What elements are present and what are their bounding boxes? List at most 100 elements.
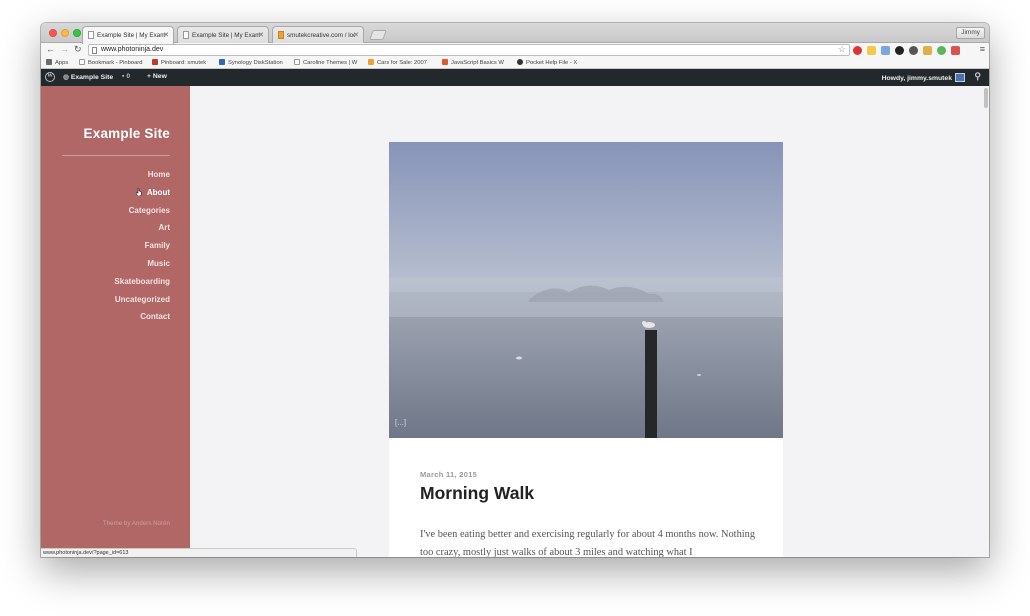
menu-item-art[interactable]: Art xyxy=(114,222,170,240)
menu-item-about[interactable]: About xyxy=(114,187,170,205)
bookmark-label: Caroline Themes | W xyxy=(303,60,358,66)
favicon-icon xyxy=(278,31,284,39)
browser-window: Example Site | My Exampl ✕ Example Site … xyxy=(41,23,989,557)
bookmark-item[interactable]: Synology DiskStation xyxy=(219,59,283,66)
bookmark-label: Apps xyxy=(55,60,69,66)
status-bar: www.photoninja.dev/?page_id=613 xyxy=(41,548,357,557)
bookmark-item[interactable]: JavaScript Basics W xyxy=(442,59,504,66)
post-featured-image[interactable]: [...] xyxy=(389,142,783,438)
dashboard-icon: ◍ xyxy=(63,74,69,81)
javascript-icon xyxy=(442,59,448,65)
tab-close-icon[interactable]: ✕ xyxy=(353,31,359,39)
cars-icon xyxy=(368,59,374,65)
search-icon[interactable]: ⚲ xyxy=(974,71,981,82)
bookmark-item[interactable]: Pocket Help File - X xyxy=(517,59,577,66)
extension-icon[interactable] xyxy=(923,46,932,55)
extension-icon[interactable] xyxy=(909,46,918,55)
page-icon xyxy=(79,59,85,65)
menu-item-music[interactable]: Music xyxy=(114,258,170,276)
synology-icon xyxy=(219,59,225,65)
bookmark-label: Pinboard: smutek xyxy=(161,60,207,66)
apps-grid-icon xyxy=(46,59,52,65)
site-title[interactable]: Example Site xyxy=(84,126,170,141)
address-bar[interactable]: www.photoninja.dev ☆ xyxy=(88,44,850,56)
post-card: [...] March 11, 2015 Morning Walk I've b… xyxy=(389,142,783,557)
post-date[interactable]: March 11, 2015 xyxy=(420,470,477,479)
bookmark-label: Cars for Sale: 2007 xyxy=(377,60,427,66)
minimize-window-button[interactable] xyxy=(61,29,69,37)
greeting-text: Howdy, jimmy.smutek xyxy=(881,75,952,82)
extension-icon[interactable] xyxy=(895,46,904,55)
bookmark-item[interactable]: Apps xyxy=(46,59,68,66)
bookmark-label: Pocket Help File - X xyxy=(526,60,578,66)
url-text: www.photoninja.dev xyxy=(101,46,164,53)
menu-item-contact[interactable]: Contact xyxy=(114,311,170,329)
tab-close-icon[interactable]: ✕ xyxy=(258,31,264,39)
browser-tab-3[interactable]: smutekcreative.com / loca ✕ xyxy=(272,26,364,43)
extension-icon[interactable] xyxy=(951,46,960,55)
reload-icon[interactable]: ↻ xyxy=(74,44,82,55)
comment-bubble-icon: ▪ xyxy=(122,73,125,80)
main-menu: Home About Categories Art Family Music S… xyxy=(114,169,170,329)
menu-item-family[interactable]: Family xyxy=(114,240,170,258)
menu-item-uncategorized[interactable]: Uncategorized xyxy=(114,294,170,312)
avatar xyxy=(955,73,965,82)
sidebar-divider xyxy=(62,155,170,156)
hand-cursor-icon xyxy=(136,188,142,196)
plus-icon: + xyxy=(147,73,151,80)
admin-site-name: Example Site xyxy=(70,74,114,81)
comments-count: 0 xyxy=(126,73,131,80)
bookmark-item[interactable]: Caroline Themes | W xyxy=(294,59,357,66)
bookmark-star-icon[interactable]: ☆ xyxy=(838,44,846,55)
page-viewport: Example Site Home About Categories Art F… xyxy=(41,86,989,557)
browser-toolbar: ← → ↻ www.photoninja.dev ☆ ≡ xyxy=(41,43,989,57)
close-window-button[interactable] xyxy=(49,29,57,37)
bookmark-label: Bookmark - Pinboard xyxy=(88,60,143,66)
admin-account-menu[interactable]: Howdy, jimmy.smutek xyxy=(882,73,965,82)
browser-tab-1[interactable]: Example Site | My Exampl ✕ xyxy=(82,26,174,44)
new-tab-button[interactable] xyxy=(369,30,387,40)
bookmarks-bar: Apps Bookmark - Pinboard Pinboard: smute… xyxy=(41,57,989,69)
extension-icon[interactable] xyxy=(853,46,862,55)
page-icon xyxy=(88,31,94,39)
menu-item-home[interactable]: Home xyxy=(114,169,170,187)
foggy-lake-photo xyxy=(389,142,783,438)
menu-item-categories[interactable]: Categories xyxy=(114,205,170,223)
bookmark-item[interactable]: Cars for Sale: 2007 xyxy=(368,59,427,66)
extension-icon[interactable] xyxy=(937,46,946,55)
extension-icon[interactable] xyxy=(881,46,890,55)
bookmark-item[interactable]: Bookmark - Pinboard xyxy=(79,59,142,66)
browser-tab-2[interactable]: Example Site | My Exampl ✕ xyxy=(177,26,269,43)
tab-label: smutekcreative.com / loca xyxy=(287,32,355,39)
menu-item-skateboarding[interactable]: Skateboarding xyxy=(114,276,170,294)
page-scrollbar[interactable] xyxy=(984,88,988,108)
tab-close-icon[interactable]: ✕ xyxy=(163,31,169,39)
admin-new-link[interactable]: + New xyxy=(147,73,167,80)
forward-arrow-icon[interactable]: → xyxy=(60,44,69,54)
wordpress-logo-icon[interactable]: W xyxy=(45,72,55,82)
more-link[interactable]: [...] xyxy=(395,418,406,427)
bookmark-label: JavaScript Basics W xyxy=(451,60,504,66)
post-excerpt: I've been eating better and exercising r… xyxy=(420,529,756,557)
admin-comments-link[interactable]: ▪ 0 xyxy=(122,73,130,80)
pocket-icon xyxy=(517,59,523,65)
new-label: New xyxy=(152,73,167,80)
zoom-window-button[interactable] xyxy=(73,29,81,37)
tab-strip: Example Site | My Exampl ✕ Example Site … xyxy=(41,23,989,44)
back-arrow-icon[interactable]: ← xyxy=(46,44,55,54)
sidebar: Example Site Home About Categories Art F… xyxy=(41,86,190,557)
post-title[interactable]: Morning Walk xyxy=(420,483,534,504)
theme-credit[interactable]: Theme by Anders Norén xyxy=(103,520,170,527)
page-icon xyxy=(92,47,97,54)
wp-admin-bar: W ◍ Example Site ▪ 0 + New Howdy, jimmy.… xyxy=(41,69,989,86)
profile-button[interactable]: Jimmy xyxy=(956,27,985,39)
admin-site-link[interactable]: ◍ Example Site xyxy=(63,73,113,81)
bookmark-label: Synology DiskStation xyxy=(228,60,283,66)
page-icon xyxy=(294,59,300,65)
page-icon xyxy=(183,31,189,39)
tab-label: Example Site | My Exampl xyxy=(192,32,260,39)
extension-icon[interactable] xyxy=(867,46,876,55)
hamburger-menu-icon[interactable]: ≡ xyxy=(980,44,985,54)
tab-label: Example Site | My Exampl xyxy=(97,32,165,39)
bookmark-item[interactable]: Pinboard: smutek xyxy=(152,59,206,66)
